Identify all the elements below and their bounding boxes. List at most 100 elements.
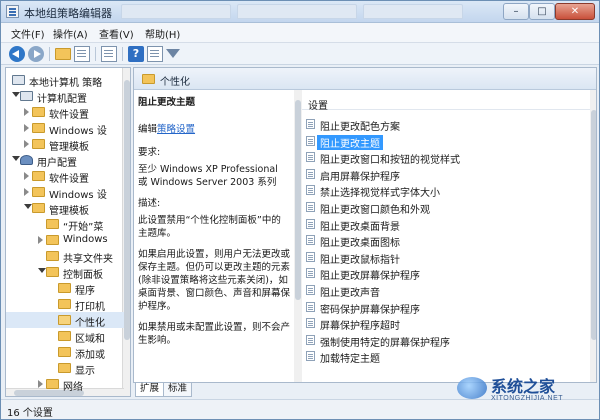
tree-item[interactable]: 本地计算机 策略 — [6, 72, 124, 89]
expanded-arrow-icon[interactable] — [12, 92, 20, 97]
app-icon — [6, 5, 19, 18]
folder-icon — [58, 283, 71, 293]
background-tab — [121, 4, 231, 19]
policy-setting-icon — [306, 285, 315, 295]
collapsed-arrow-icon[interactable] — [24, 188, 29, 196]
expanded-arrow-icon[interactable] — [12, 156, 20, 161]
setting-label: 阻止更改桌面图标 — [320, 238, 400, 250]
tree-item[interactable]: 显示 — [6, 360, 124, 377]
watermark-text: 系统之家 — [491, 377, 556, 396]
policy-setting-icon — [306, 251, 315, 262]
setting-label: 阻止更改桌面背景 — [320, 221, 400, 233]
tree-item[interactable]: 软件设置 — [6, 168, 124, 185]
tree-item[interactable]: Windows 设 — [6, 184, 124, 201]
computer-icon — [12, 75, 25, 85]
description-scroll-thumb[interactable] — [295, 100, 301, 300]
collapsed-arrow-icon[interactable] — [24, 140, 29, 148]
title-bar: 本地组策略编辑器 – □ ✕ — [1, 1, 599, 23]
expanded-arrow-icon[interactable] — [38, 268, 46, 273]
folder-icon — [46, 251, 59, 261]
tree-item[interactable]: 打印机 — [6, 296, 124, 313]
tree-item[interactable]: 管理模板 — [6, 136, 124, 153]
back-arrow-icon[interactable] — [9, 46, 25, 62]
edit-policy-link[interactable]: 策略设置 — [157, 124, 195, 135]
properties-icon[interactable] — [147, 46, 163, 62]
watermark-url: XITONGZHIJIA.NET — [491, 395, 564, 402]
tree-item[interactable]: 计算机配置 — [6, 88, 124, 105]
folder-icon — [32, 139, 45, 149]
setting-row[interactable]: 加载特定主题 — [302, 348, 596, 365]
edit-prefix: 编辑 — [138, 124, 158, 135]
setting-row[interactable]: 启用屏幕保护程序 — [302, 166, 596, 183]
policy-setting-icon — [306, 268, 315, 279]
tree-scroll-thumb[interactable] — [124, 80, 130, 340]
expanded-arrow-icon[interactable] — [24, 204, 32, 209]
tree-item-label: 管理模板 — [49, 206, 89, 217]
tree-item-label: “开始”菜 — [63, 222, 104, 233]
collapsed-arrow-icon[interactable] — [24, 108, 29, 116]
background-tab — [363, 4, 463, 19]
tree-item[interactable]: 软件设置 — [6, 104, 124, 121]
collapsed-arrow-icon[interactable] — [38, 236, 43, 244]
description-panel: 阻止更改主题 编辑策略设置 要求: 至少 Windows XP Professi… — [134, 90, 294, 382]
setting-row[interactable]: 阻止更改声音 — [302, 282, 596, 299]
console-tree-icon[interactable] — [74, 46, 90, 62]
minimize-button[interactable]: – — [503, 3, 529, 20]
forward-arrow-icon[interactable] — [28, 46, 44, 62]
description-label: 描述: — [138, 198, 161, 209]
setting-row[interactable]: 禁止选择视觉样式字体大小 — [302, 182, 596, 199]
policy-setting-icon — [306, 334, 315, 345]
setting-row[interactable]: 阻止更改桌面背景 — [302, 216, 596, 233]
tree-item[interactable]: “开始”菜 — [6, 216, 124, 233]
tab-standard[interactable]: 标准 — [163, 383, 193, 397]
setting-label: 阻止更改屏幕保护程序 — [320, 271, 420, 283]
setting-row[interactable]: 阻止更改桌面图标 — [302, 232, 596, 250]
tree-item[interactable]: 网络 — [6, 376, 124, 393]
tree-item[interactable]: 控制面板 — [6, 264, 124, 281]
setting-row[interactable]: 阻止更改屏幕保护程序 — [302, 265, 596, 283]
folder-up-icon[interactable] — [55, 48, 71, 60]
setting-row[interactable]: 阻止更改配色方案 — [302, 116, 596, 133]
tree-item-label: 区域和 — [75, 334, 105, 345]
tree-item[interactable]: 个性化 — [6, 312, 124, 329]
setting-row[interactable]: 屏幕保护程序超时 — [302, 315, 596, 332]
help-icon[interactable]: ? — [128, 46, 144, 62]
description-scrollbar[interactable] — [294, 90, 302, 382]
tree-item[interactable]: 程序 — [6, 280, 124, 297]
user-icon — [20, 155, 33, 165]
menu-action[interactable]: 操作(A) — [53, 26, 88, 41]
description-title: 阻止更改主题 — [138, 97, 196, 108]
maximize-button[interactable]: □ — [529, 3, 555, 20]
tab-extended[interactable]: 扩展 — [135, 383, 165, 397]
policy-tree[interactable]: 本地计算机 策略 计算机配置 软件设置 Windows 设管理模板 用户配置 软件设置 Wi… — [5, 67, 131, 397]
menu-help[interactable]: 帮助(H) — [145, 26, 180, 41]
setting-row[interactable]: 阻止更改窗口和按钮的视觉样式 — [302, 149, 596, 166]
menu-view[interactable]: 查看(V) — [99, 26, 134, 41]
tree-item[interactable]: 管理模板 — [6, 200, 124, 217]
setting-row[interactable]: 阻止更改窗口颜色和外观 — [302, 199, 596, 216]
setting-row[interactable]: 阻止更改主题 — [302, 133, 596, 150]
window-title: 本地组策略编辑器 — [24, 7, 112, 20]
tree-item[interactable]: 用户配置 — [6, 152, 124, 169]
tree-item[interactable]: 添加或 — [6, 344, 124, 361]
close-button[interactable]: ✕ — [555, 3, 595, 20]
setting-row[interactable]: 阻止更改鼠标指针 — [302, 249, 596, 266]
tree-item[interactable]: Windows 设 — [6, 120, 124, 137]
description-text: 此设置禁用“个性化控制面板”中的主题库。 — [138, 215, 281, 239]
collapsed-arrow-icon[interactable] — [24, 172, 29, 180]
setting-row[interactable]: 密码保护屏幕保护程序 — [302, 299, 596, 316]
tree-item[interactable]: 共享文件夹 — [6, 248, 124, 265]
collapsed-arrow-icon[interactable] — [24, 124, 29, 132]
setting-label: 强制使用特定的屏幕保护程序 — [320, 337, 450, 349]
tree-item[interactable]: 区域和 — [6, 328, 124, 345]
export-list-icon[interactable] — [101, 46, 117, 62]
settings-column-header[interactable]: 设置 — [302, 96, 596, 112]
setting-row[interactable]: 强制使用特定的屏幕保护程序 — [302, 332, 596, 349]
toolbar-separator — [95, 47, 96, 61]
policy-setting-icon — [306, 202, 315, 212]
menu-file[interactable]: 文件(F) — [11, 26, 45, 41]
collapsed-arrow-icon[interactable] — [38, 380, 43, 388]
filter-icon[interactable] — [166, 49, 180, 58]
tree-item[interactable]: Windows — [6, 232, 124, 248]
policy-setting-icon — [306, 152, 315, 163]
